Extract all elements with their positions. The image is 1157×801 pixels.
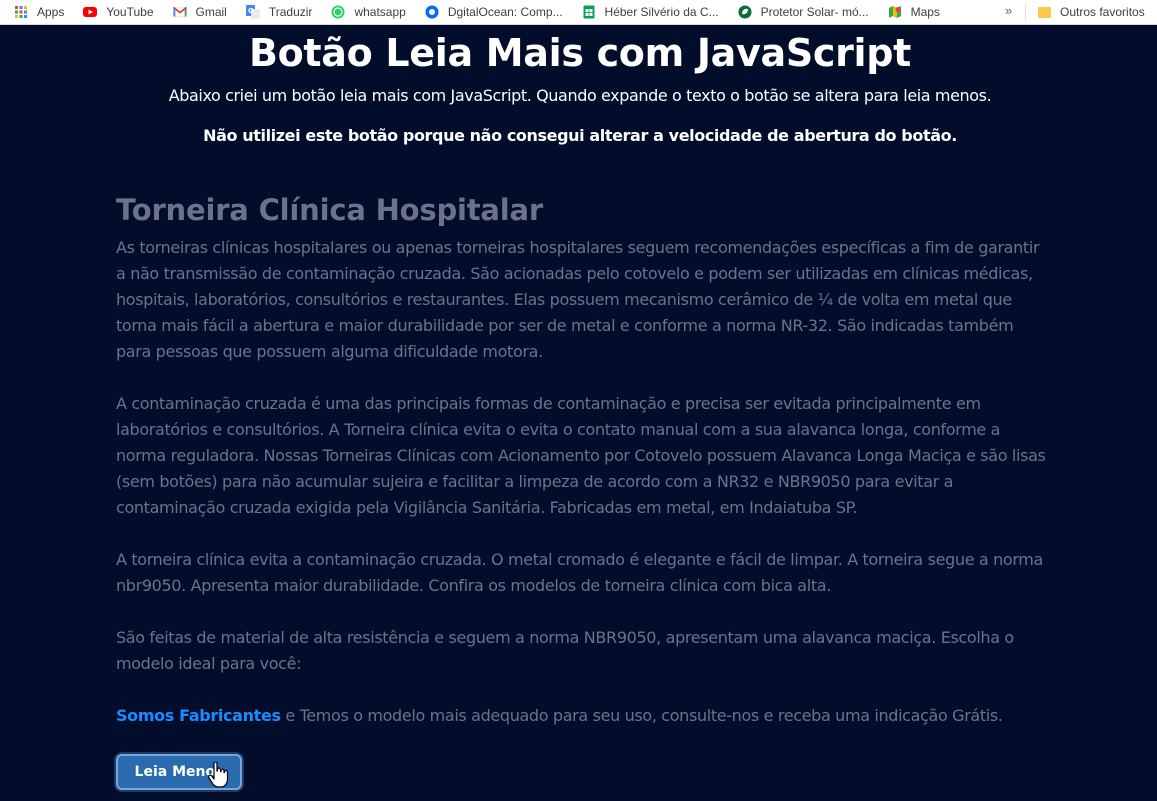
bookmarks-separator <box>1025 4 1026 20</box>
bookmark-traduzir[interactable]: G Traduzir <box>245 0 313 24</box>
page-subtitle: Abaixo criei um botão leia mais com Java… <box>168 86 992 105</box>
gmail-icon <box>172 5 187 19</box>
bookmark-label: DgitalOcean: Comp... <box>447 5 563 19</box>
bookmark-whatsapp[interactable]: whatsapp <box>331 0 406 24</box>
bookmarks-overflow-button[interactable]: » <box>1005 0 1012 24</box>
youtube-icon <box>83 5 98 19</box>
maps-icon <box>888 5 902 19</box>
article-paragraph-4: São feitas de material de alta resistênc… <box>116 628 1014 673</box>
bookmark-protetor[interactable]: Protetor Solar- mó... <box>738 0 869 24</box>
bookmark-heber[interactable]: Héber Silvério da C... <box>582 0 719 24</box>
bookmark-label: Maps <box>910 5 940 19</box>
bookmark-label: whatsapp <box>354 5 406 19</box>
bookmark-apps[interactable]: Apps <box>14 0 64 24</box>
bookmark-label: Protetor Solar- mó... <box>760 5 869 19</box>
somos-fabricantes-link[interactable]: Somos Fabricantes <box>116 706 281 725</box>
bookmark-label: Apps <box>37 5 65 19</box>
folder-icon <box>1038 6 1051 18</box>
whatsapp-icon <box>331 5 345 19</box>
bookmark-label: Traduzir <box>268 5 313 19</box>
article-paragraph-5-text: e Temos o modelo mais adequado para seu … <box>280 706 1003 725</box>
bookmark-gmail[interactable]: Gmail <box>172 0 227 24</box>
article-paragraph-2: A contaminação cruzada é uma das princip… <box>116 394 1046 517</box>
leaf-icon <box>738 5 752 19</box>
page-note: Não utilizei este botão porque não conse… <box>203 126 957 145</box>
bookmark-maps[interactable]: Maps <box>888 0 940 24</box>
page-title: Botão Leia Mais com JavaScript <box>248 31 912 75</box>
apps-grid-icon <box>14 5 28 19</box>
other-favorites-label: Outros favoritos <box>1060 5 1145 19</box>
bookmarks-bar: Apps YouTube Gmail G Traduzir whatsapp D… <box>0 0 1157 25</box>
article: Torneira Clínica Hospitalar As torneiras… <box>116 191 1046 729</box>
article-paragraph-3: A torneira clínica evita a contaminação … <box>116 550 1043 595</box>
svg-text:G: G <box>248 7 254 15</box>
article-paragraph-1: As torneiras clínicas hospitalares ou ap… <box>116 238 1040 361</box>
page-content: Botão Leia Mais com JavaScript Abaixo cr… <box>0 25 1157 801</box>
article-heading: Torneira Clínica Hospitalar <box>116 193 543 227</box>
sheets-icon <box>582 5 596 19</box>
digitalocean-icon <box>425 5 439 19</box>
bookmark-label: Gmail <box>195 5 227 19</box>
other-favorites-button[interactable]: Outros favoritos <box>1038 0 1145 24</box>
bookmark-label: YouTube <box>106 5 154 19</box>
article-paragraph-5: Somos Fabricantes e Temos o modelo mais … <box>116 703 1046 729</box>
translate-icon: G <box>245 5 260 19</box>
bookmark-youtube[interactable]: YouTube <box>83 0 154 24</box>
bookmark-digitalocean[interactable]: DgitalOcean: Comp... <box>425 0 563 24</box>
hand-pointer-icon <box>208 762 228 788</box>
bookmark-label: Héber Silvério da C... <box>604 5 719 19</box>
